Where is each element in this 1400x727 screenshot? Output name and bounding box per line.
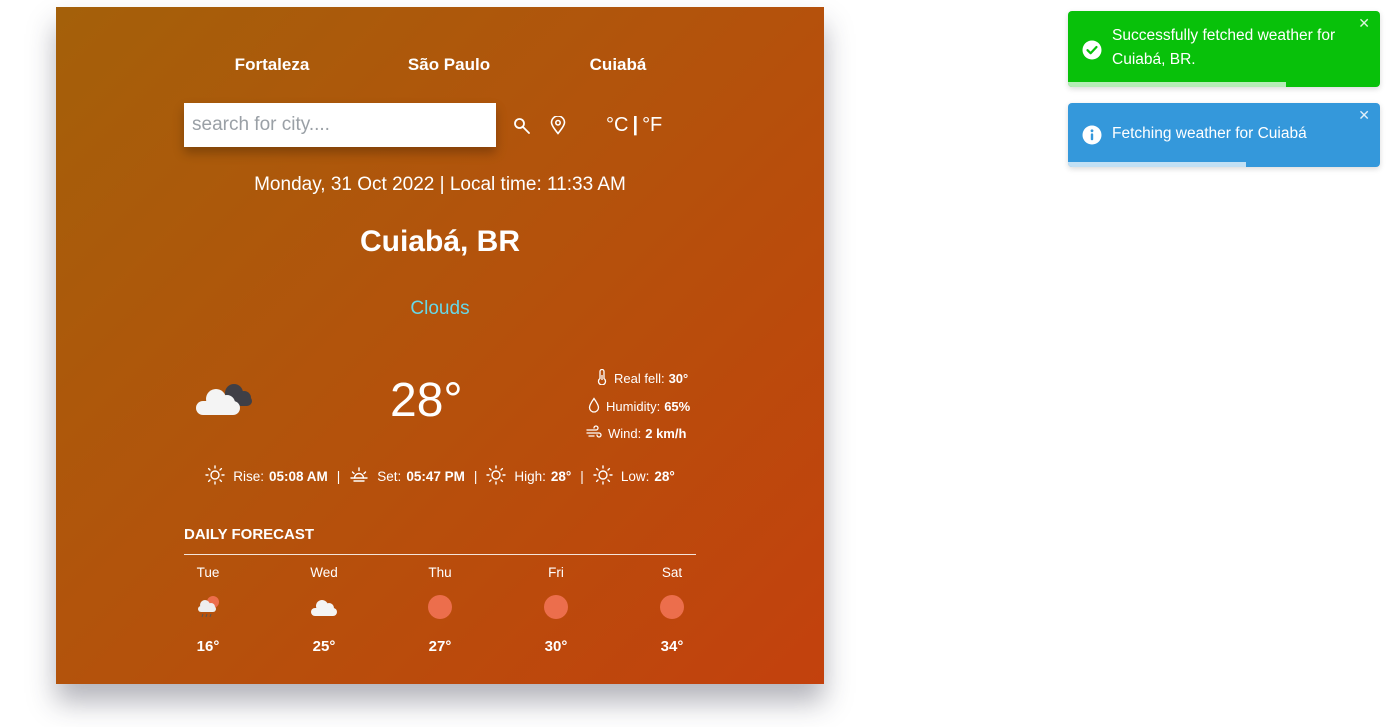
location-title: Cuiabá, BR xyxy=(359,225,521,258)
toast-success[interactable]: Successfully fetched weather for Cuiabá,… xyxy=(1068,11,1380,87)
sun-icon xyxy=(205,465,233,488)
forecast-day-sat: Sat 34° xyxy=(627,565,717,655)
sunset-value: 05:47 PM xyxy=(406,469,465,484)
forecast-day-thu: Thu 27° xyxy=(395,565,485,655)
forecast-temp: 25° xyxy=(312,638,336,655)
high-value: 28° xyxy=(550,469,572,484)
unit-toggle: °C | °F xyxy=(606,114,662,137)
weather-app: Fortaleza São Paulo Cuiabá °C|°F Monday,… xyxy=(56,7,824,684)
close-icon[interactable]: ✕ xyxy=(1358,15,1370,32)
separator: | xyxy=(336,469,341,484)
weather-condition: Clouds xyxy=(410,298,470,319)
toast-progress-bar xyxy=(1068,162,1246,167)
forecast-title: DAILY FORECAST xyxy=(184,526,315,543)
search-icon[interactable] xyxy=(513,117,531,140)
forecast-temp: 34° xyxy=(660,638,684,655)
forecast-temp: 16° xyxy=(196,638,220,655)
forecast-day-fri: Fri 30° xyxy=(511,565,601,655)
sun-icon xyxy=(593,465,621,488)
weather-content: Fortaleza São Paulo Cuiabá °C|°F Monday,… xyxy=(184,7,696,684)
sun-icon xyxy=(486,465,514,488)
rain-cloud-sun-icon xyxy=(163,594,253,620)
city-link-fortaleza[interactable]: Fortaleza xyxy=(235,55,310,75)
toast-progress-bar xyxy=(1068,82,1287,87)
forecast-day-label: Tue xyxy=(196,565,220,580)
forecast-day-label: Sat xyxy=(661,565,683,580)
cloud-icon xyxy=(279,594,369,620)
sun-info-row: Rise: 05:08 AM | Set: 05:47 PM | High: 28 xyxy=(184,465,696,488)
sun-icon xyxy=(627,594,717,620)
feels-like-label: Real fell: xyxy=(614,371,665,386)
clouds-icon xyxy=(194,379,254,426)
info-icon xyxy=(1082,125,1102,150)
local-datetime: Monday, 31 Oct 2022 | Local time: 11:33 … xyxy=(254,174,626,195)
sunset-icon xyxy=(349,465,377,488)
low-value: 28° xyxy=(654,469,675,484)
wind-value: 2 km/h xyxy=(645,426,687,441)
forecast-divider xyxy=(184,554,696,555)
high-label: High: xyxy=(514,469,546,484)
sun-icon xyxy=(395,594,485,620)
check-circle-icon xyxy=(1082,40,1102,65)
sunrise-label: Rise: xyxy=(233,469,264,484)
detail-humidity: Humidity: 65% xyxy=(588,397,690,416)
detail-feels-like: Real fell: 30° xyxy=(596,368,689,388)
detail-wind: Wind: 2 km/h xyxy=(586,425,686,442)
fahrenheit-button[interactable]: °F xyxy=(642,114,662,136)
forecast-temp: 30° xyxy=(544,638,568,655)
toast-message: Successfully fetched weather for Cuiabá,… xyxy=(1112,27,1336,68)
low-temp-info: Low: 28° xyxy=(593,465,675,488)
city-link-sao-paulo[interactable]: São Paulo xyxy=(408,55,490,75)
separator: | xyxy=(580,469,584,484)
wind-label: Wind: xyxy=(608,426,642,441)
search-input[interactable] xyxy=(184,103,496,147)
sunrise-info: Rise: 05:08 AM xyxy=(205,465,328,488)
high-temp-info: High: 28° xyxy=(486,465,571,488)
separator: | xyxy=(473,469,478,484)
sunset-info: Set: 05:47 PM xyxy=(349,465,465,488)
low-label: Low: xyxy=(620,469,650,484)
droplet-icon xyxy=(588,397,606,416)
sunset-label: Set: xyxy=(377,469,402,484)
thermometer-icon xyxy=(596,368,614,388)
feels-like-value: 30° xyxy=(668,371,689,386)
forecast-day-label: Wed xyxy=(310,565,338,580)
forecast-day-label: Fri xyxy=(548,565,564,580)
current-temperature: 28° xyxy=(390,374,463,427)
forecast-day-tue: Tue 16° xyxy=(163,565,253,655)
top-cities: Fortaleza São Paulo Cuiabá xyxy=(184,55,696,77)
celsius-button[interactable]: °C xyxy=(606,114,628,136)
city-link-cuiaba[interactable]: Cuiabá xyxy=(590,55,647,75)
unit-separator: | xyxy=(632,114,639,136)
humidity-value: 65% xyxy=(664,399,691,414)
toast-message: Fetching weather for Cuiabá xyxy=(1112,125,1307,142)
humidity-label: Humidity: xyxy=(606,399,661,414)
toast-info[interactable]: Fetching weather for Cuiabá ✕ xyxy=(1068,103,1380,167)
forecast-temp: 27° xyxy=(428,638,452,655)
forecast-day-label: Thu xyxy=(428,565,452,580)
sunrise-value: 05:08 AM xyxy=(269,469,328,484)
forecast-day-wed: Wed 25° xyxy=(279,565,369,655)
location-pin-icon[interactable] xyxy=(550,115,566,140)
close-icon[interactable]: ✕ xyxy=(1358,107,1370,124)
wind-icon xyxy=(586,425,608,442)
sun-icon xyxy=(511,594,601,620)
